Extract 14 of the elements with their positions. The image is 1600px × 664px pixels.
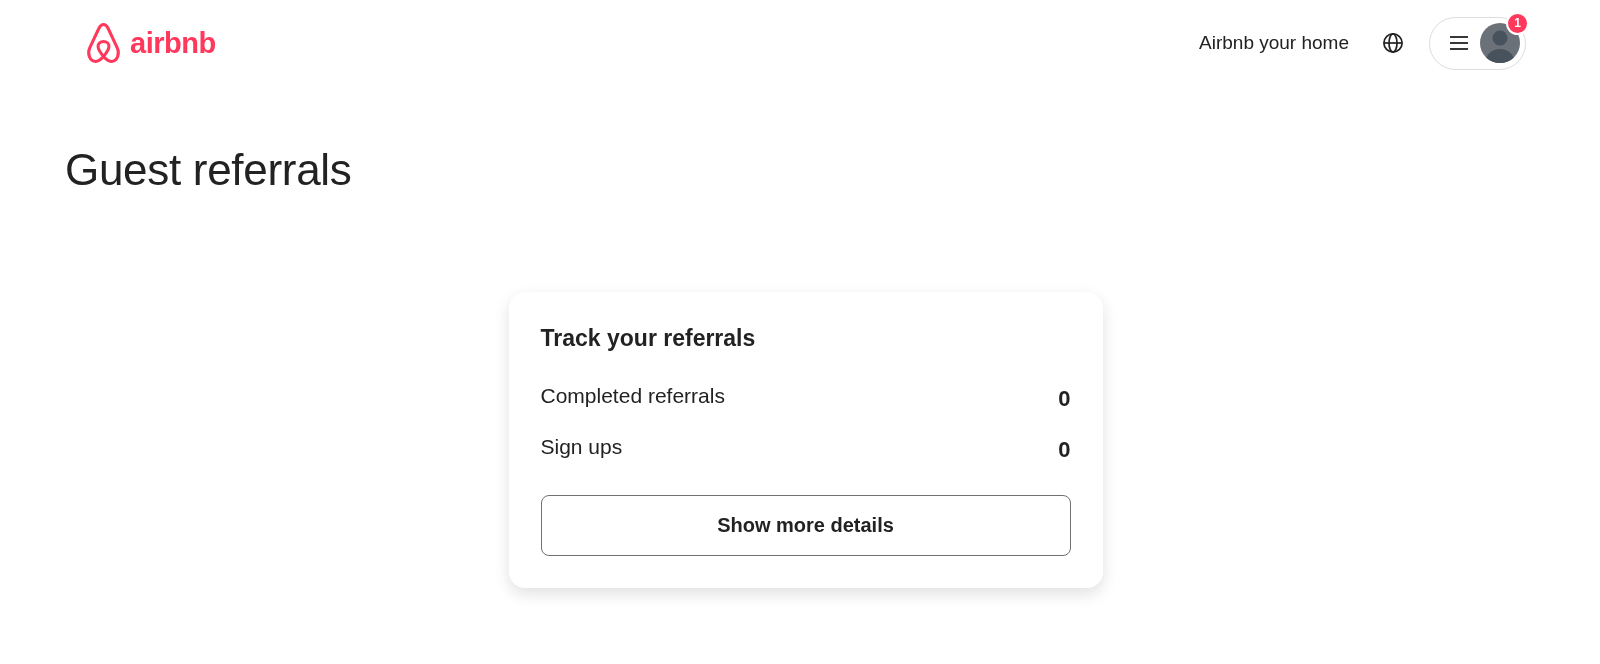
stat-value: 0 — [1058, 384, 1071, 412]
stat-label: Sign ups — [540, 434, 623, 460]
stat-value: 0 — [1058, 435, 1071, 463]
host-link[interactable]: Airbnb your home — [1187, 20, 1361, 66]
globe-icon — [1383, 33, 1403, 53]
page-title: Guest referrals — [65, 146, 352, 194]
logo-icon — [85, 23, 122, 63]
user-menu-button[interactable]: 1 — [1429, 16, 1526, 70]
notification-badge: 1 — [1506, 11, 1529, 35]
menu-icon — [1450, 36, 1468, 50]
home-logo-link[interactable]: airbnb — [85, 23, 216, 63]
card-title: Track your referrals — [540, 324, 757, 352]
show-details-button[interactable]: Show more details — [540, 495, 1071, 556]
stat-label: Completed referrals — [540, 383, 725, 409]
